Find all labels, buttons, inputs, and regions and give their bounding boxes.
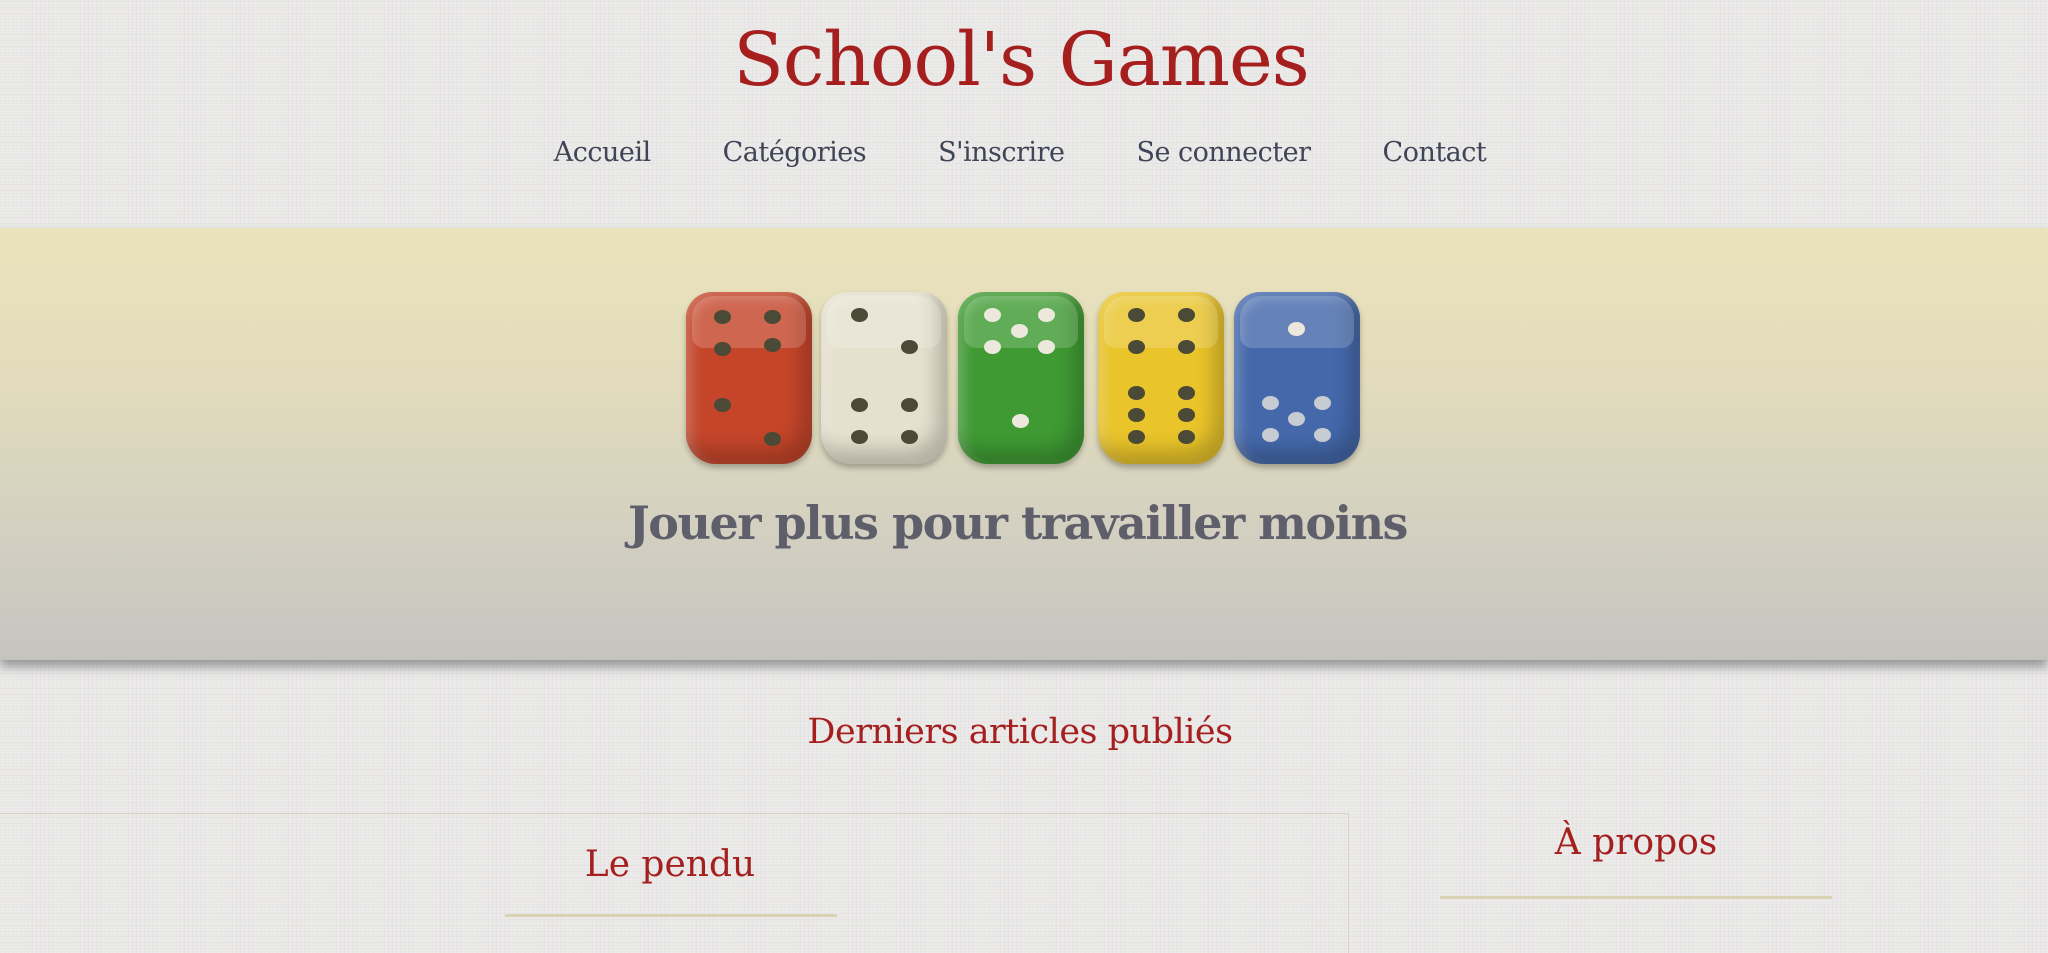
about-divider [1440,896,1832,899]
main-nav: Accueil Catégories S'inscrire Se connect… [0,128,2040,178]
nav-link-sinscrire[interactable]: S'inscrire [902,128,1100,178]
cream-die [821,292,947,464]
site-header: School's Games Accueil Catégories S'insc… [0,0,2048,228]
about-heading: À propos [1554,822,1718,863]
red-die [686,292,812,464]
nav-link-contact[interactable]: Contact [1347,128,1523,178]
blue-die [1234,292,1360,464]
hero-tagline: Jouer plus pour travailler moins [628,496,1408,550]
yellow-die [1098,292,1224,464]
nav-link-accueil[interactable]: Accueil [518,128,687,178]
colored-dice-image [680,292,1360,468]
latest-articles-heading: Derniers articles publiés [807,712,1233,752]
article-title-divider [505,914,837,917]
hero-banner: Jouer plus pour travailler moins [0,228,2048,660]
site-title[interactable]: School's Games [0,10,2042,110]
nav-link-categories[interactable]: Catégories [687,128,903,178]
article-title-link[interactable]: Le pendu [505,844,835,885]
green-die [958,292,1084,464]
article-card: Le pendu [0,813,1349,953]
nav-link-se-connecter[interactable]: Se connecter [1100,128,1346,178]
